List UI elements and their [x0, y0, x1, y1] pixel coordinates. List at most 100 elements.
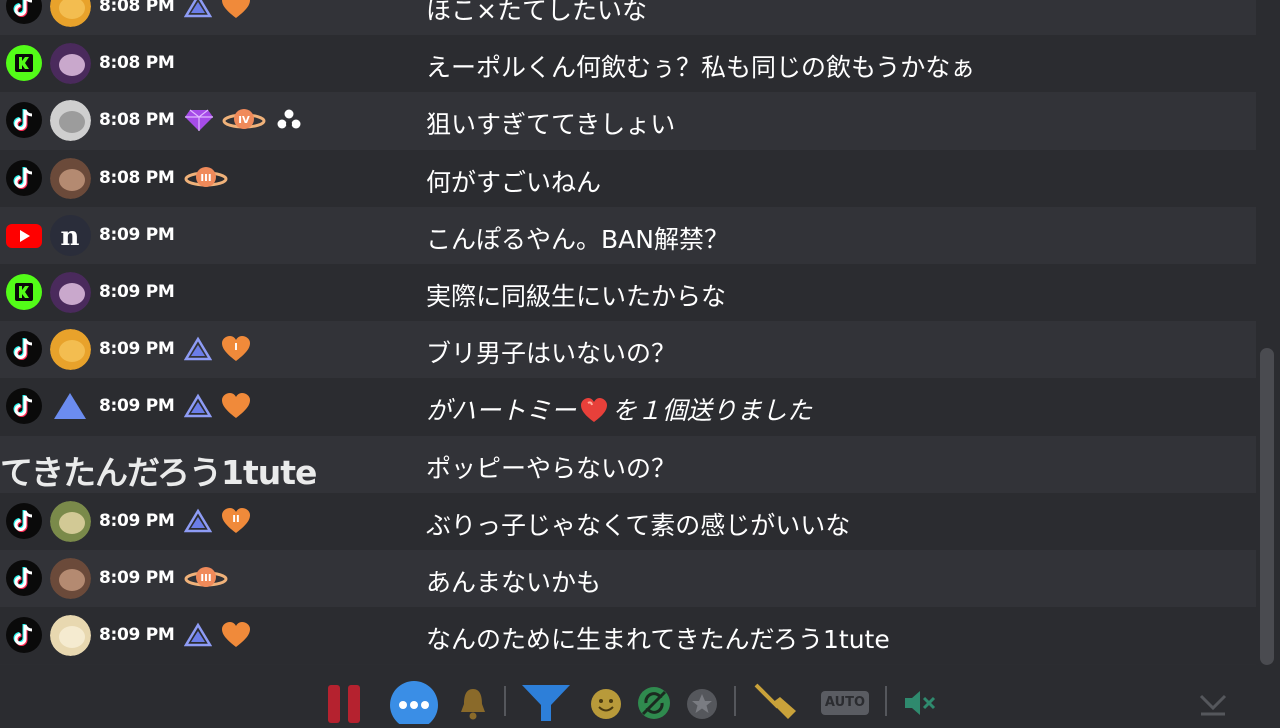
- message-text: ポッピーやらないの？: [426, 453, 677, 483]
- message-text: ブリ男子はいないの？: [426, 339, 677, 369]
- message-time: 8:09 PM: [99, 339, 175, 360]
- chat-message-row[interactable]: 8:09 PM 実際に同級生にいたからな: [0, 263, 1256, 322]
- chat-message-row[interactable]: 8:09 PM I ブリ男子はいないの？: [0, 321, 1256, 379]
- ring-iv-badge-icon: IV: [222, 106, 266, 138]
- heart-orange-badge-icon: [220, 621, 252, 653]
- gift-name: がハートミー: [426, 396, 577, 426]
- message-time: 8:08 PM: [99, 0, 175, 16]
- chat-message-row[interactable]: 8:08 PM ほこ×たてしたいな: [0, 0, 1256, 36]
- message-time: 8:09 PM: [99, 567, 175, 588]
- tiktok-icon: [6, 0, 42, 24]
- message-text: えーポルくん何飲むぅ？私も同じの飲もうかなぁ: [426, 53, 976, 83]
- tiktok-icon: [6, 102, 42, 139]
- svg-text:n: n: [61, 222, 80, 252]
- message-time: 8:08 PM: [99, 53, 175, 74]
- chat-message-row[interactable]: 8:09 PM なんのために生まれてきたんだろう1tute: [0, 607, 1256, 665]
- chat-message-row[interactable]: n 8:09 PM こんぽるやん。BAN解禁？: [0, 206, 1256, 264]
- toolbar-separator: [504, 686, 506, 716]
- more-icon[interactable]: [389, 679, 439, 728]
- chat-message-row[interactable]: 8:09 PM がハートミー を１個送りました: [0, 378, 1256, 436]
- filter-icon[interactable]: [520, 683, 572, 727]
- chat-message-row[interactable]: 8:08 PM えーポルくん何飲むぅ？私も同じの飲もうかなぁ: [0, 35, 1256, 93]
- auto-label: AUTO: [821, 691, 869, 715]
- group-badge-icon: [274, 107, 304, 137]
- heart-orange-ii-badge-icon: II: [220, 507, 252, 539]
- gift-heart-icon: [576, 396, 612, 425]
- toolbar-separator: [885, 686, 887, 716]
- message-text: ほこ×たてしたいな: [426, 0, 647, 25]
- avatar[interactable]: [50, 557, 91, 599]
- avatar[interactable]: [50, 615, 91, 657]
- svg-text:I: I: [234, 342, 238, 353]
- triangle-badge-icon: [183, 622, 213, 652]
- scroll-down-icon[interactable]: [1198, 690, 1228, 722]
- tiktok-icon: [6, 502, 42, 539]
- svg-text:IV: IV: [238, 115, 250, 126]
- heart-orange-badge-icon: [220, 392, 252, 424]
- tiktok-icon: [6, 617, 42, 654]
- tiktok-icon: [6, 331, 42, 368]
- triangle-badge-icon: [183, 0, 213, 23]
- avatar[interactable]: [50, 329, 91, 371]
- user-badges: [183, 0, 252, 24]
- user-badges: III: [184, 164, 228, 196]
- scrollbar-thumb[interactable]: [1260, 348, 1274, 665]
- gift-message: を１個送りました: [612, 396, 813, 426]
- avatar[interactable]: [50, 43, 91, 85]
- star-icon[interactable]: [686, 688, 718, 724]
- message-text: こんぽるやん。BAN解禁？: [426, 224, 729, 254]
- youtube-icon: [6, 217, 42, 253]
- user-badges: [183, 392, 252, 424]
- triangle-badge-icon: [183, 508, 213, 538]
- auto-icon[interactable]: AUTO: [821, 691, 869, 715]
- avatar[interactable]: [50, 386, 91, 427]
- tiktok-icon: [6, 388, 42, 425]
- toolbar-separator: [734, 686, 736, 716]
- ring-iii-badge-icon: III: [184, 564, 228, 596]
- tiktok-icon: [6, 159, 42, 196]
- kick-icon: [6, 45, 42, 82]
- overlay-caption: てきたんだろう1tute: [0, 453, 317, 492]
- svg-text:III: III: [200, 573, 211, 584]
- mute-icon[interactable]: [902, 687, 938, 723]
- user-badges: I: [183, 335, 252, 367]
- broom-icon[interactable]: [752, 683, 798, 727]
- avatar[interactable]: n: [50, 214, 91, 256]
- message-time: 8:09 PM: [99, 281, 175, 302]
- heart-orange-badge-icon: [220, 0, 252, 24]
- bell-icon[interactable]: [458, 686, 488, 724]
- chat-list: 8:08 PM ほこ×たてしたいな 8:08 PM えーポルくん何飲むぅ？私も同じの飲…: [0, 0, 1256, 665]
- chat-message-row[interactable]: 8:08 PM IV 狙いすぎててきしょい: [0, 92, 1256, 150]
- message-time: 8:09 PM: [99, 625, 175, 646]
- message-time: 8:08 PM: [99, 110, 175, 131]
- user-badges: II: [183, 507, 252, 539]
- sync-icon[interactable]: [637, 686, 671, 724]
- tiktok-icon: [6, 559, 42, 596]
- message-text: 何がすごいねん: [426, 167, 602, 197]
- pause-icon[interactable]: [326, 683, 364, 727]
- user-badges: [183, 621, 252, 653]
- message-text: 実際に同級生にいたからな: [426, 281, 727, 311]
- triangle-badge-icon: [183, 393, 213, 423]
- avatar[interactable]: [50, 0, 91, 27]
- message-text: 狙いすぎててきしょい: [426, 110, 676, 140]
- chat-message-row[interactable]: 8:08 PM III 何がすごいねん: [0, 149, 1256, 207]
- user-badges: III: [184, 564, 228, 596]
- chat-message-row[interactable]: 8:09 PM II ぶりっ子じゃなくて素の感じがいいな: [0, 492, 1256, 550]
- emoji-icon[interactable]: [590, 688, 622, 724]
- message-text: がハートミー を１個送りました: [426, 391, 812, 427]
- avatar[interactable]: [50, 157, 91, 199]
- chat-message-row[interactable]: 8:09 PM III あんまないかも: [0, 549, 1256, 608]
- avatar[interactable]: [50, 500, 91, 542]
- message-time: 8:09 PM: [99, 224, 175, 245]
- avatar[interactable]: [50, 271, 91, 313]
- message-text: あんまないかも: [426, 567, 602, 597]
- svg-text:II: II: [232, 514, 239, 525]
- heart-orange-i-badge-icon: I: [220, 335, 252, 367]
- message-text: ぶりっ子じゃなくて素の感じがいいな: [426, 510, 851, 540]
- avatar[interactable]: [50, 100, 91, 142]
- user-badges: IV: [184, 106, 304, 138]
- ring-iii-badge-icon: III: [184, 164, 228, 196]
- message-time: 8:09 PM: [99, 510, 175, 531]
- gem-badge-icon: [184, 107, 214, 137]
